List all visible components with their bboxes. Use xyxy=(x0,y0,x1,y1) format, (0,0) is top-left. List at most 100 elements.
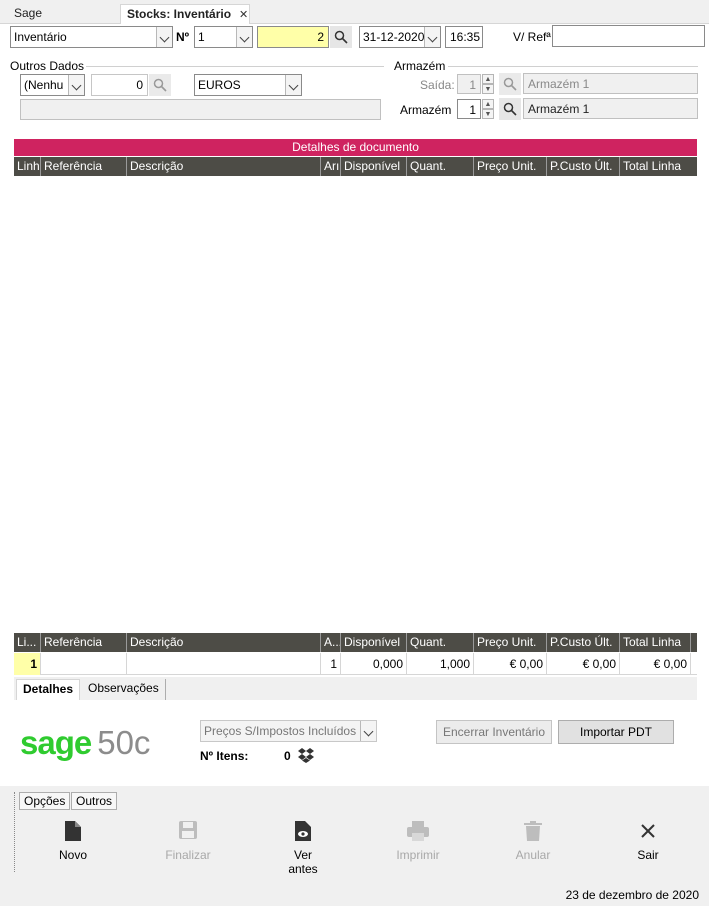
table-cell[interactable]: € 0,00 xyxy=(547,653,620,675)
numero-field[interactable]: 2 xyxy=(257,26,329,48)
armazem-stepper[interactable]: ▲ ▼ xyxy=(482,99,494,119)
tab-detalhes[interactable]: Detalhes xyxy=(16,679,81,700)
column-header[interactable]: P.Custo Últ. xyxy=(547,157,620,176)
vref-label: V/ Refª xyxy=(513,30,551,44)
column-header[interactable]: P.Custo Últ. xyxy=(547,633,620,652)
chevron-down-icon[interactable] xyxy=(285,75,301,95)
column-header[interactable]: Quant. xyxy=(407,633,474,652)
date-picker[interactable]: 31-12-2020 xyxy=(359,26,441,48)
vref-field[interactable] xyxy=(552,25,705,47)
search-button[interactable] xyxy=(499,98,521,120)
column-header[interactable]: A... xyxy=(321,633,341,652)
tab-observacoes[interactable]: Observações xyxy=(82,679,166,700)
dropbox-icon[interactable] xyxy=(298,747,314,763)
column-header[interactable]: Referência xyxy=(41,633,127,652)
table-cell[interactable]: 1 xyxy=(14,653,41,675)
save-icon xyxy=(179,821,197,839)
time-field[interactable]: 16:35 xyxy=(445,26,483,48)
outros-select[interactable]: (Nenhu xyxy=(20,74,85,96)
logo-text: sage xyxy=(20,724,92,761)
saida-stepper[interactable]: ▲ ▼ xyxy=(482,74,494,94)
group-divider xyxy=(448,66,698,67)
column-header[interactable]: Total Linha xyxy=(620,157,697,176)
currency-select[interactable]: EUROS xyxy=(194,74,302,96)
search-button[interactable] xyxy=(499,73,521,95)
close-icon[interactable]: ✕ xyxy=(239,9,248,21)
armazem-field[interactable]: 1 xyxy=(457,99,481,119)
outros-select-value: (Nenhu xyxy=(24,78,64,92)
column-header[interactable]: Preço Unit. xyxy=(474,157,547,176)
search-button[interactable] xyxy=(149,74,171,96)
sair-label: Sair xyxy=(637,848,659,862)
search-icon xyxy=(503,77,517,91)
saida-name-field: Armazém 1 xyxy=(523,73,698,94)
column-header[interactable]: Disponível xyxy=(341,633,407,652)
sage-logo: sage 50c xyxy=(20,724,150,764)
itens-value: 0 xyxy=(284,749,291,763)
saida-field[interactable]: 1 xyxy=(457,74,481,94)
ver-antes-label: Ver antes xyxy=(288,848,318,876)
document-icon xyxy=(65,821,81,841)
column-header[interactable]: Descrição xyxy=(127,633,321,652)
saida-label: Saída: xyxy=(420,78,455,92)
grid-header-bottom: Li... Referência Descrição A... Disponív… xyxy=(14,633,697,652)
status-date: 23 de dezembro de 2020 xyxy=(565,888,699,902)
encerrar-inventario-button[interactable]: Encerrar Inventário xyxy=(436,720,552,744)
table-cell[interactable]: 0,000 xyxy=(341,653,407,675)
action-toolbar: Opções Outros Novo Finalizar Ver antes I… xyxy=(0,786,709,882)
numero-label: Nº xyxy=(176,30,190,44)
chevron-down-icon[interactable] xyxy=(360,721,376,741)
tab-sage-dashboard[interactable]: Sage Dashboard✕ xyxy=(8,4,120,38)
precos-value: Preços S/Impostos Incluídos xyxy=(204,724,357,738)
importar-pdt-button[interactable]: Importar PDT xyxy=(558,720,674,744)
table-cell[interactable]: 1,000 xyxy=(407,653,474,675)
toolbar-tab-opcoes[interactable]: Opções xyxy=(19,792,71,810)
toolbar-grip xyxy=(14,792,15,872)
table-cell[interactable]: € 0,00 xyxy=(620,653,691,675)
ver-antes-button[interactable]: Ver antes xyxy=(258,820,348,876)
chevron-down-icon[interactable] xyxy=(424,27,440,47)
currency-value: EUROS xyxy=(198,78,241,92)
chevron-down-icon[interactable] xyxy=(68,75,84,95)
column-header[interactable]: Descrição xyxy=(127,157,321,176)
anular-button[interactable]: Anular xyxy=(488,820,578,862)
itens-label: Nº Itens: xyxy=(200,749,249,763)
table-cell[interactable]: 1 xyxy=(321,653,341,675)
tab-stocks-inventario[interactable]: Stocks: Inventário ✕ xyxy=(120,4,250,24)
column-header[interactable]: Linh xyxy=(14,157,41,176)
armazem-title: Armazém xyxy=(394,59,446,73)
outros-extra-field[interactable] xyxy=(20,99,381,120)
column-header[interactable]: Total Linha xyxy=(620,633,691,652)
tab-bar: Sage Dashboard✕ Stocks: Inventário ✕ xyxy=(0,0,709,38)
imprimir-button[interactable]: Imprimir xyxy=(373,820,463,862)
table-row[interactable]: 1 1 0,000 1,000 € 0,00 € 0,00 € 0,00 xyxy=(14,653,697,675)
grid-body[interactable] xyxy=(14,176,697,632)
column-header[interactable]: Arı xyxy=(321,157,341,176)
trash-icon xyxy=(524,821,542,841)
column-header[interactable]: Quant. xyxy=(407,157,474,176)
novo-label: Novo xyxy=(58,848,87,862)
precos-select[interactable]: Preços S/Impostos Incluídos xyxy=(200,720,377,742)
toolbar-tab-outros[interactable]: Outros xyxy=(71,792,118,810)
table-cell[interactable]: € 0,00 xyxy=(474,653,547,675)
table-cell[interactable] xyxy=(41,653,127,675)
column-header[interactable]: Li... xyxy=(14,633,41,652)
search-button[interactable] xyxy=(330,26,352,48)
close-icon xyxy=(641,824,655,838)
table-cell[interactable] xyxy=(127,653,321,675)
doc-type-select[interactable]: Inventário xyxy=(10,26,173,48)
column-header[interactable]: Disponível xyxy=(341,157,407,176)
serie-select[interactable]: 1 xyxy=(194,26,253,48)
logo-number: 50c xyxy=(97,724,151,761)
chevron-down-icon[interactable] xyxy=(236,27,252,47)
chevron-down-icon[interactable] xyxy=(156,27,172,47)
grid-banner: Detalhes de documento xyxy=(14,139,697,156)
novo-button[interactable]: Novo xyxy=(28,820,118,862)
sair-button[interactable]: Sair xyxy=(603,820,693,862)
column-header[interactable]: Preço Unit. xyxy=(474,633,547,652)
armazem-name-field: Armazém 1 xyxy=(523,98,698,119)
outros-number-field[interactable]: 0 xyxy=(91,74,148,96)
search-icon xyxy=(153,78,167,92)
finalizar-button[interactable]: Finalizar xyxy=(143,820,233,862)
column-header[interactable]: Referência xyxy=(41,157,127,176)
